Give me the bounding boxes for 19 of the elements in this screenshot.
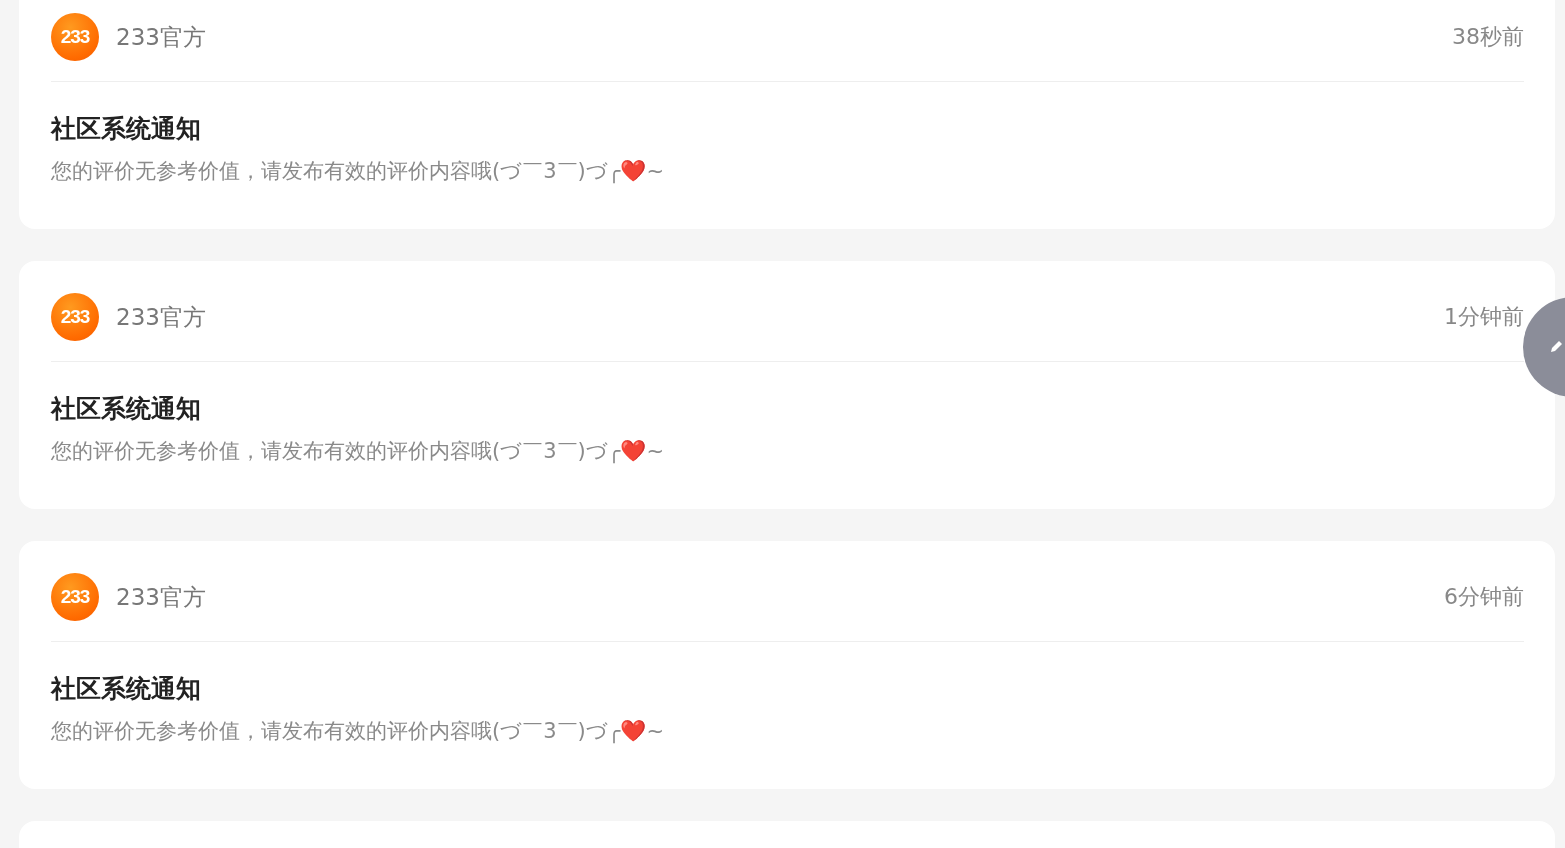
timestamp: 6分钟前 xyxy=(1444,583,1524,611)
notification-message: 您的评价无参考价值，请发布有效的评价内容哦(づ￣3￣)づ╭❤~ xyxy=(51,718,665,745)
sender-name: 233官方 xyxy=(116,582,206,612)
notification-card[interactable]: 233 233官方 1分钟前 社区系统通知 您的评价无参考价值，请发布有效的评价内容哦(づ￣3￣)づ╭❤~ xyxy=(19,261,1555,509)
notification-card[interactable]: 233 233官方 6分钟前 社区系统通知 您的评价无参考价值，请发布有效的评价内容哦(づ￣3￣)づ╭❤~ xyxy=(19,541,1555,789)
timestamp: 1分钟前 xyxy=(1444,303,1524,331)
notification-title: 社区系统通知 xyxy=(51,113,202,145)
avatar: 233 xyxy=(51,293,99,341)
notification-title: 社区系统通知 xyxy=(51,673,202,705)
avatar: 233 xyxy=(51,573,99,621)
sender-name: 233官方 xyxy=(116,302,206,332)
notification-message: 您的评价无参考价值，请发布有效的评价内容哦(づ￣3￣)づ╭❤~ xyxy=(51,438,665,465)
avatar: 233 xyxy=(51,13,99,61)
timestamp: 38秒前 xyxy=(1452,23,1524,51)
notification-title: 社区系统通知 xyxy=(51,393,202,425)
sender-name: 233官方 xyxy=(116,22,206,52)
notification-card[interactable]: 233 233官方 38秒前 社区系统通知 您的评价无参考价值，请发布有效的评价内容哦(づ￣3￣)づ╭❤~ xyxy=(19,0,1555,229)
notification-message: 您的评价无参考价值，请发布有效的评价内容哦(づ￣3￣)づ╭❤~ xyxy=(51,158,665,185)
pencil-icon xyxy=(1549,340,1563,354)
